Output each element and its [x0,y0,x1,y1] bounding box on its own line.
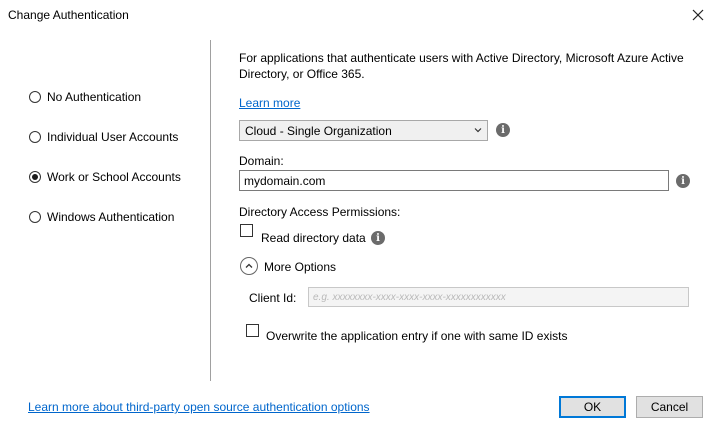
radio-button[interactable] [29,211,41,223]
read-directory-checkbox[interactable] [240,224,253,237]
third-party-auth-link[interactable]: Learn more about third-party open source… [28,400,370,414]
client-id-placeholder: e.g. xxxxxxxx-xxxx-xxxx-xxxx-xxxxxxxxxxx… [313,291,506,303]
title-bar: Change Authentication [0,0,717,30]
radio-work-or-school-accounts[interactable]: Work or School Accounts [29,170,181,184]
learn-more-link[interactable]: Learn more [239,96,300,110]
chevron-down-icon [474,128,482,133]
radio-label: Individual User Accounts [47,130,179,144]
org-type-value: Cloud - Single Organization [245,123,392,138]
domain-input[interactable]: mydomain.com [239,170,669,191]
client-id-input[interactable]: e.g. xxxxxxxx-xxxx-xxxx-xxxx-xxxxxxxxxxx… [308,287,689,307]
radio-label: No Authentication [47,90,142,104]
radio-individual-user-accounts[interactable]: Individual User Accounts [29,130,178,144]
domain-value: mydomain.com [244,173,326,188]
radio-label: Work or School Accounts [47,170,181,184]
panel-divider [210,40,211,381]
permissions-label: Directory Access Permissions: [239,205,401,219]
close-icon [692,9,704,21]
ok-button[interactable]: OK [559,396,626,418]
cancel-button[interactable]: Cancel [636,396,703,418]
overwrite-label: Overwrite the application entry if one w… [266,329,568,343]
radio-button[interactable] [29,91,41,103]
info-icon[interactable]: i [371,231,385,245]
radio-button[interactable] [29,131,41,143]
auth-type-panel: No Authentication Individual User Accoun… [0,30,210,382]
chevron-up-icon [245,263,253,268]
more-options-label[interactable]: More Options [264,260,336,274]
client-id-label: Client Id: [249,291,297,305]
domain-label: Domain: [239,154,284,168]
radio-button-selected[interactable] [29,171,41,183]
dialog-title: Change Authentication [8,8,129,22]
info-icon[interactable]: i [496,123,510,137]
radio-no-authentication[interactable]: No Authentication [29,90,141,104]
close-button[interactable] [687,4,709,26]
more-options-expander[interactable] [240,257,258,275]
radio-windows-authentication[interactable]: Windows Authentication [29,210,174,224]
overwrite-checkbox[interactable] [246,324,259,337]
radio-label: Windows Authentication [47,210,175,224]
org-type-dropdown[interactable]: Cloud - Single Organization [239,120,488,141]
info-icon[interactable]: i [676,174,690,188]
read-directory-label: Read directory data [261,231,366,245]
auth-description: For applications that authenticate users… [239,51,684,81]
